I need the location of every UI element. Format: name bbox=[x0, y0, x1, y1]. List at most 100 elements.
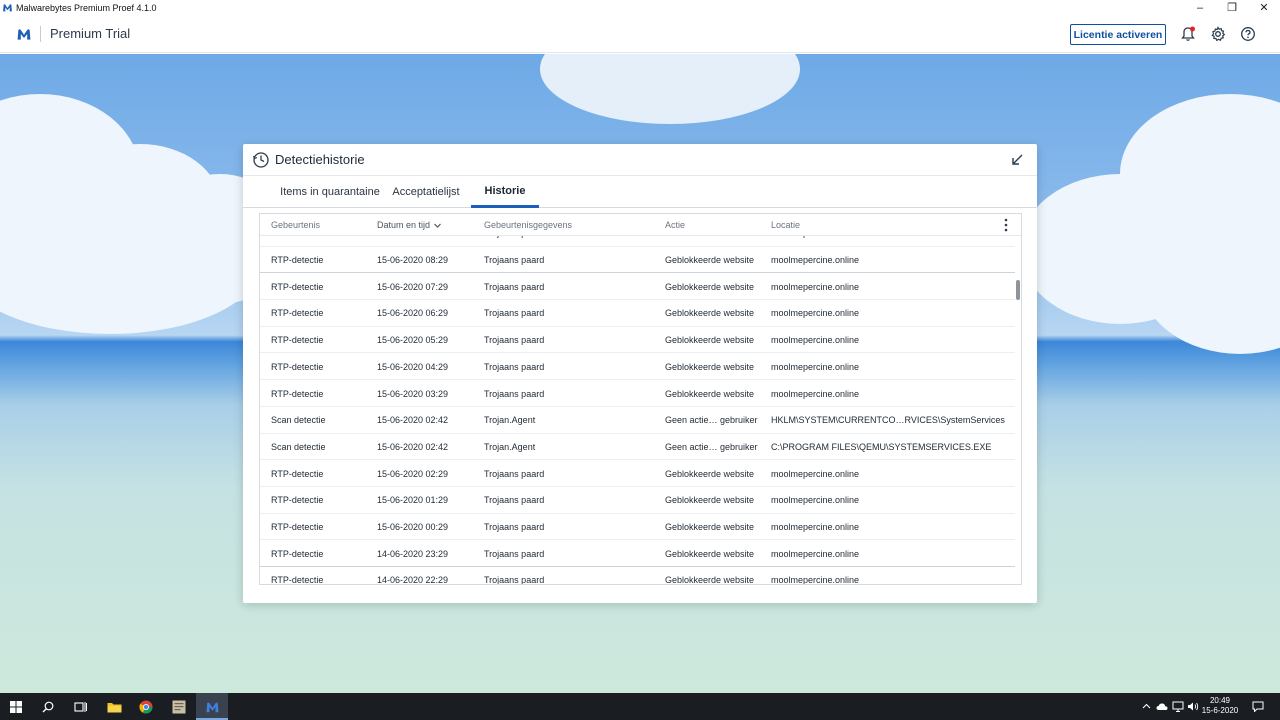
column-header-action[interactable]: Actie bbox=[665, 214, 685, 236]
file-explorer-icon[interactable] bbox=[98, 693, 130, 720]
tab-quarantine[interactable]: Items in quarantaine bbox=[265, 176, 395, 208]
cell-datetime: 15-06-2020 07:29 bbox=[377, 281, 449, 292]
cell-datetime: 15-06-2020 02:29 bbox=[377, 468, 449, 479]
cell-action: Geen actie… gebruiker bbox=[665, 441, 758, 452]
sort-chevron-down-icon bbox=[434, 223, 441, 228]
cell-location: moolmepercine.online bbox=[771, 281, 860, 292]
table-header: Gebeurtenis Datum en tijd Gebeurtenisgeg… bbox=[260, 214, 1021, 236]
cell-details: Trojaans paard bbox=[484, 335, 545, 346]
cell-event: RTP-detectie bbox=[271, 495, 324, 506]
column-header-event[interactable]: Gebeurtenis bbox=[271, 214, 320, 236]
cell-location: moolmepercine.online bbox=[771, 308, 860, 319]
cell-event: RTP-detectie bbox=[271, 575, 324, 585]
clock-date: 15-6-2020 bbox=[1201, 706, 1239, 715]
column-header-datetime-label: Datum en tijd bbox=[377, 220, 431, 230]
tab-allow-list[interactable]: Acceptatielijst bbox=[386, 176, 466, 208]
cell-event: RTP-detectie bbox=[271, 255, 324, 266]
cell-datetime: 15-06-2020 02:42 bbox=[377, 415, 449, 426]
taskbar-clock[interactable]: 20:49 15-6-2020 bbox=[1198, 696, 1242, 716]
help-icon[interactable] bbox=[1239, 25, 1257, 43]
cell-action: Geblokkeerde website bbox=[665, 522, 755, 533]
cell-location: moolmepercine.online bbox=[771, 495, 860, 506]
bell-icon[interactable] bbox=[1179, 25, 1197, 43]
windows-taskbar: 20:49 15-6-2020 bbox=[0, 693, 1280, 720]
cell-location: moolmepercine.online bbox=[771, 468, 860, 479]
cell-datetime: 15-06-2020 05:29 bbox=[377, 335, 449, 346]
cell-event: RTP-detectie bbox=[271, 548, 324, 559]
table-row[interactable]: RTP-detectie 15-06-2020 02:29 Trojaans paa… bbox=[260, 460, 1015, 487]
malwarebytes-icon[interactable] bbox=[196, 693, 228, 720]
cell-action: Geblokkeerde website bbox=[665, 361, 755, 372]
cell-event: RTP-detectie bbox=[271, 361, 324, 372]
tray-chevron-up-icon[interactable] bbox=[1142, 699, 1151, 714]
tab-history[interactable]: Historie bbox=[471, 176, 539, 208]
cell-location: moolmepercine.online bbox=[771, 388, 860, 399]
cell-location: moolmepercine.online bbox=[771, 575, 860, 585]
cell-details: Trojaans paard bbox=[484, 281, 545, 292]
chrome-icon[interactable] bbox=[130, 693, 162, 720]
cell-action: Geblokkeerde website bbox=[665, 281, 755, 292]
app-icon[interactable] bbox=[163, 693, 195, 720]
cell-action: Geblokkeerde website bbox=[665, 255, 755, 266]
window-title: Malwarebytes Premium Proef 4.1.0 bbox=[16, 2, 157, 13]
cell-datetime: 15-06-2020 02:42 bbox=[377, 441, 449, 452]
table-row[interactable]: RTP-detectie 15-06-2020 00:29 Trojaans paa… bbox=[260, 514, 1015, 541]
table-row[interactable]: RTP-detectie 14-06-2020 23:29 Trojaans paa… bbox=[260, 540, 1015, 568]
cell-details: Trojaans paard bbox=[484, 388, 545, 399]
task-view-icon[interactable] bbox=[64, 693, 96, 720]
more-options-icon[interactable] bbox=[1003, 218, 1009, 232]
table-row[interactable]: RTP-detectie 15-06-2020 07:29 Trojaans paa… bbox=[260, 273, 1015, 301]
cell-location: moolmepercine.online bbox=[771, 255, 860, 266]
cell-event: RTP-detectie bbox=[271, 308, 324, 319]
cell-action: Geblokkeerde website bbox=[665, 388, 755, 399]
column-header-details[interactable]: Gebeurtenisgegevens bbox=[484, 214, 572, 236]
table-row[interactable]: RTP-detectie 15-06-2020 06:29 Trojaans paa… bbox=[260, 300, 1015, 327]
cell-datetime: 15-06-2020 06:29 bbox=[377, 308, 449, 319]
network-icon[interactable] bbox=[1172, 699, 1184, 714]
table-row[interactable]: RTP-detectie 15-06-2020 05:29 Trojaans paa… bbox=[260, 327, 1015, 354]
cell-details: Trojan.Agent bbox=[484, 441, 536, 452]
cell-location: C:\PROGRAM FILES\QEMU\SYSTEMSERVICES.EXE bbox=[771, 441, 992, 452]
cell-event: Scan detectie bbox=[271, 441, 326, 452]
dialog-header: Detectiehistorie bbox=[243, 144, 1037, 176]
cell-location: moolmepercine.online bbox=[771, 522, 860, 533]
search-icon[interactable] bbox=[32, 693, 64, 720]
activate-license-button[interactable]: Licentie activeren bbox=[1070, 24, 1166, 45]
history-table: RTP-detectie15-06-2020 09:29Trojaans paa… bbox=[259, 213, 1022, 585]
cell-location: moolmepercine.online bbox=[771, 335, 860, 346]
notifications-icon[interactable] bbox=[1252, 699, 1264, 714]
cell-details: Trojaans paard bbox=[484, 468, 545, 479]
minimize-icon[interactable]: – bbox=[1184, 0, 1216, 15]
cell-action: Geen actie… gebruiker bbox=[665, 415, 758, 426]
cell-details: Trojan.Agent bbox=[484, 415, 536, 426]
cell-details: Trojaans paard bbox=[484, 361, 545, 372]
collapse-icon[interactable] bbox=[1009, 152, 1025, 168]
cell-action: Geblokkeerde website bbox=[665, 468, 755, 479]
scrollbar-thumb[interactable] bbox=[1016, 280, 1020, 300]
table-row[interactable]: RTP-detectie 15-06-2020 08:29 Trojaans paa… bbox=[260, 247, 1015, 274]
column-header-location[interactable]: Locatie bbox=[771, 214, 800, 236]
cell-datetime: 14-06-2020 23:29 bbox=[377, 548, 449, 559]
table-row[interactable]: RTP-detectie 14-06-2020 22:29 Trojaans paa… bbox=[260, 567, 1015, 585]
column-header-datetime[interactable]: Datum en tijd bbox=[377, 214, 442, 236]
malwarebytes-logo-icon bbox=[17, 28, 31, 40]
gear-icon[interactable] bbox=[1209, 25, 1227, 43]
table-row[interactable]: RTP-detectie 15-06-2020 03:29 Trojaans paa… bbox=[260, 380, 1015, 407]
table-row[interactable]: RTP-detectie 15-06-2020 04:29 Trojaans paa… bbox=[260, 354, 1015, 381]
cell-location: moolmepercine.online bbox=[771, 361, 860, 372]
cell-event: Scan detectie bbox=[271, 415, 326, 426]
malwarebytes-logo-icon bbox=[3, 4, 12, 12]
restore-icon[interactable]: ❐ bbox=[1216, 0, 1248, 15]
table-row[interactable]: Scan detectie 15-06-2020 02:42 Trojan.Agen… bbox=[260, 434, 1015, 461]
cell-event: RTP-detectie bbox=[271, 335, 324, 346]
cell-datetime: 15-06-2020 08:29 bbox=[377, 255, 449, 266]
cell-datetime: 15-06-2020 04:29 bbox=[377, 361, 449, 372]
close-icon[interactable]: ✕ bbox=[1248, 0, 1280, 15]
table-row[interactable]: Scan detectie 15-06-2020 02:42 Trojan.Agen… bbox=[260, 407, 1015, 434]
cell-details: Trojaans paard bbox=[484, 495, 545, 506]
table-row[interactable]: RTP-detectie 15-06-2020 01:29 Trojaans paa… bbox=[260, 487, 1015, 514]
history-tabs: Items in quarantaine Acceptatielijst His… bbox=[243, 176, 1037, 208]
windows-start-icon[interactable] bbox=[0, 693, 32, 720]
table-scrollbar[interactable] bbox=[1015, 236, 1021, 584]
onedrive-cloud-icon[interactable] bbox=[1156, 699, 1168, 714]
